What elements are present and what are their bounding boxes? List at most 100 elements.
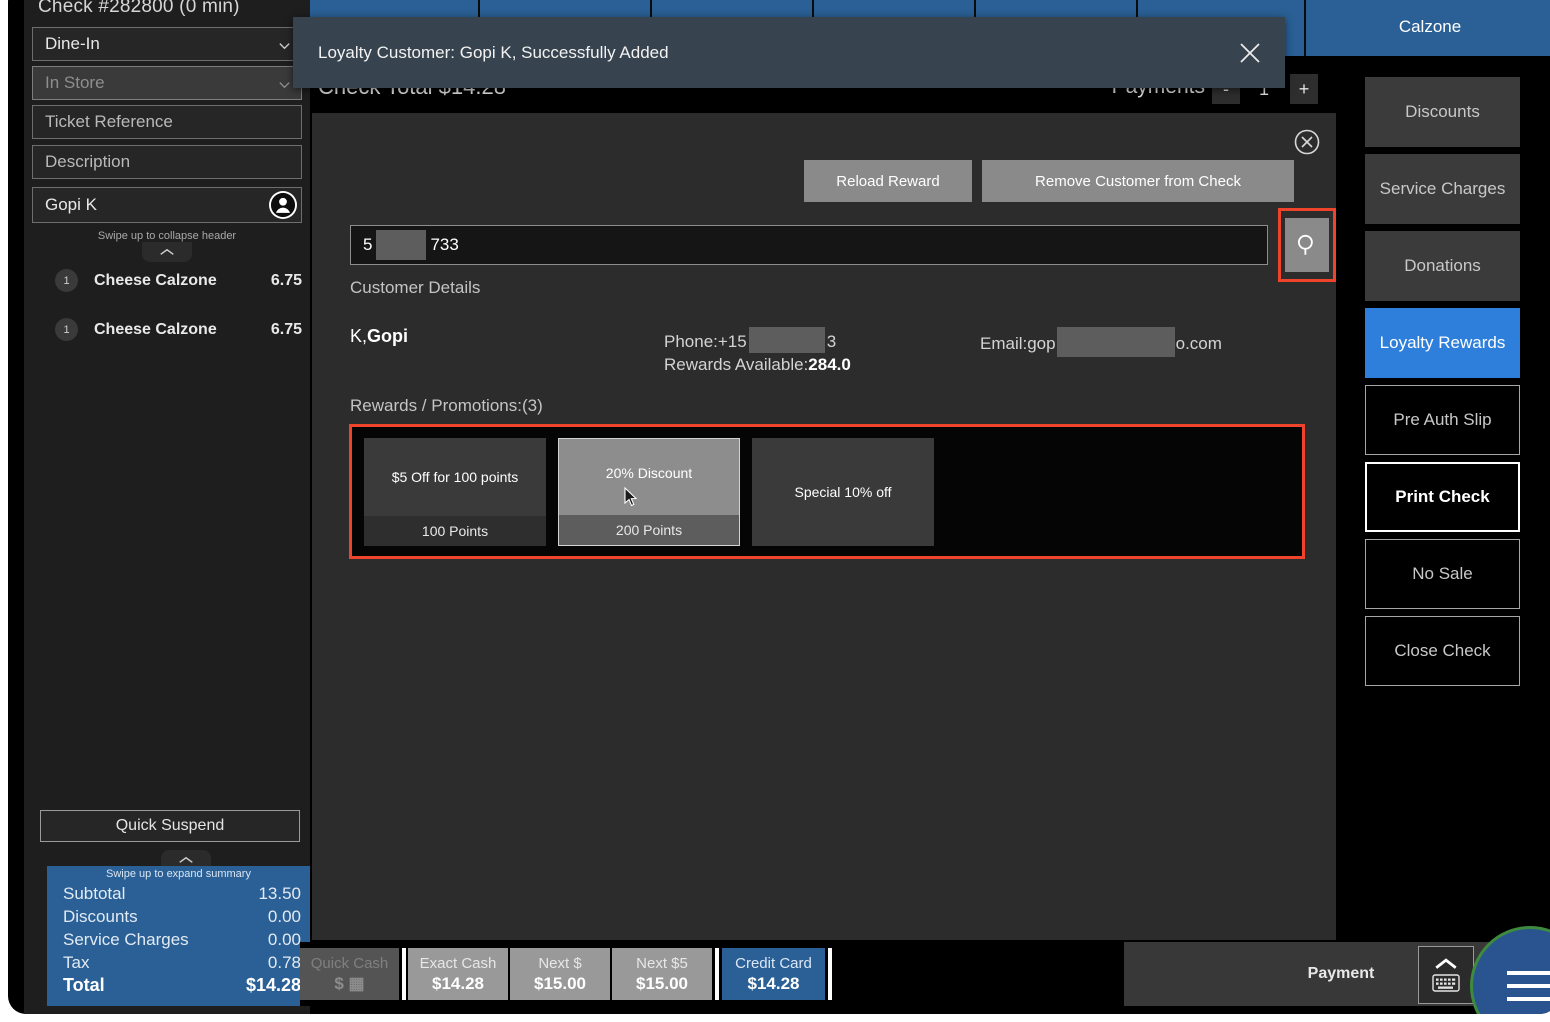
check-summary: Swipe up to expand summary Subtotal 13.5…	[47, 866, 310, 1006]
item-quantity-badge: 1	[55, 269, 78, 292]
summary-row: Discounts 0.00	[63, 905, 301, 928]
next-five-button[interactable]: Next $5 $15.00	[612, 948, 712, 1000]
phone-suffix: 3	[827, 332, 836, 351]
summary-label: Discounts	[63, 905, 138, 928]
reward-title: 20% Discount	[559, 439, 739, 515]
keyboard-icon	[1432, 974, 1460, 992]
action-print-check[interactable]: Print Check	[1365, 462, 1520, 532]
order-item-row[interactable]: 1 Cheese Calzone 6.75	[32, 256, 310, 305]
reload-reward-button[interactable]: Reload Reward	[804, 160, 972, 202]
reward-tile[interactable]: $5 Off for 100 points 100 Points	[364, 438, 546, 546]
customer-avatar-icon[interactable]	[269, 191, 297, 219]
redacted-block	[376, 230, 426, 260]
description-input[interactable]: Description	[32, 145, 302, 179]
fulfillment-select: In Store	[32, 66, 302, 100]
pos-application: Pastas Calzone Check Total $14.28 Paymen…	[0, 0, 1550, 1022]
loyalty-rewards-panel: Reload Reward Remove Customer from Check…	[312, 113, 1336, 940]
order-type-value: Dine-In	[45, 34, 100, 54]
order-items-list: 1 Cheese Calzone 6.75 1 Cheese Calzone 6…	[32, 256, 310, 354]
customer-name-prefix: K,	[350, 326, 367, 346]
next-dollar-button[interactable]: Next $ $15.00	[510, 948, 610, 1000]
quick-cash-amount: $ ▦	[334, 973, 364, 994]
action-donations[interactable]: Donations	[1365, 231, 1520, 301]
hamburger-line	[1507, 984, 1550, 988]
expand-summary-note: Swipe up to expand summary	[47, 868, 310, 880]
action-sidebar: Discounts Service Charges Donations Loya…	[1365, 77, 1520, 693]
reward-title: $5 Off for 100 points	[364, 438, 546, 516]
app-frame: Pastas Calzone Check Total $14.28 Paymen…	[8, 0, 1550, 1014]
summary-value: 0.78	[268, 951, 301, 974]
action-loyalty-rewards[interactable]: Loyalty Rewards	[1365, 308, 1520, 378]
action-pre-auth-slip[interactable]: Pre Auth Slip	[1365, 385, 1520, 455]
customer-search-input[interactable]: 5 733	[350, 225, 1268, 265]
mouse-cursor-icon	[624, 487, 638, 507]
quick-cash-button[interactable]: Quick Cash $ ▦	[300, 948, 399, 1000]
redacted-block	[749, 327, 825, 353]
customer-details-label: Customer Details	[350, 278, 480, 298]
remove-customer-button[interactable]: Remove Customer from Check	[982, 160, 1294, 202]
order-sidebar: Check #282800 (0 min) Dine-In In Store T…	[24, 0, 310, 1014]
hamburger-menu-button[interactable]	[1470, 926, 1550, 1014]
next-five-label: Next $5	[636, 954, 688, 973]
rewards-available: Rewards Available:284.0	[664, 355, 851, 375]
exact-cash-button[interactable]: Exact Cash $14.28	[408, 948, 508, 1000]
credit-card-button[interactable]: Credit Card $14.28	[722, 948, 825, 1000]
summary-row: Subtotal 13.50	[63, 882, 301, 905]
keyboard-toggle-button[interactable]	[1418, 946, 1474, 1004]
quick-suspend-button[interactable]: Quick Suspend	[40, 810, 300, 842]
action-no-sale[interactable]: No Sale	[1365, 539, 1520, 609]
total-label: Total	[63, 974, 105, 997]
chevron-down-icon	[278, 77, 291, 90]
toast-notification: Loyalty Customer: Gopi K, Successfully A…	[293, 17, 1285, 88]
action-close-check[interactable]: Close Check	[1365, 616, 1520, 686]
action-service-charges[interactable]: Service Charges	[1365, 154, 1520, 224]
fulfillment-value: In Store	[45, 73, 105, 93]
item-quantity-badge: 1	[55, 318, 78, 341]
customer-email: Email:gopo.com	[980, 327, 1222, 357]
next-dollar-label: Next $	[538, 954, 581, 973]
summary-label: Subtotal	[63, 882, 125, 905]
item-name: Cheese Calzone	[94, 272, 217, 290]
reward-tile-hovered[interactable]: 20% Discount 200 Points	[558, 438, 740, 546]
rewards-available-label: Rewards Available:	[664, 355, 808, 374]
credit-card-amount: $14.28	[748, 973, 800, 994]
payments-increment-button[interactable]: +	[1290, 74, 1318, 104]
email-suffix: o.com	[1176, 334, 1222, 353]
item-name: Cheese Calzone	[94, 321, 217, 339]
summary-label: Tax	[63, 951, 89, 974]
quick-cash-label: Quick Cash	[311, 954, 389, 973]
panel-close-icon[interactable]	[1294, 129, 1320, 155]
total-value: $14.28	[246, 974, 301, 997]
chevron-down-icon	[278, 38, 291, 51]
summary-value: 0.00	[268, 928, 301, 951]
collapse-header-note: Swipe up to collapse header	[24, 230, 310, 242]
summary-value: 13.50	[258, 882, 301, 905]
customer-field-value: Gopi K	[45, 195, 97, 215]
rewards-available-value: 284.0	[808, 355, 851, 374]
order-type-select[interactable]: Dine-In	[32, 27, 302, 61]
hamburger-line	[1507, 997, 1550, 1001]
customer-search-button[interactable]	[1285, 218, 1329, 272]
check-number-title: Check #282800 (0 min)	[38, 0, 240, 18]
summary-row: Tax 0.78	[63, 951, 301, 974]
next-five-amount: $15.00	[636, 973, 688, 994]
summary-label: Service Charges	[63, 928, 189, 951]
toast-close-icon[interactable]	[1237, 40, 1263, 66]
customer-name-first: Gopi	[367, 326, 408, 346]
pay-divider	[715, 948, 719, 1000]
search-icon	[1294, 232, 1320, 258]
customer-phone: Phone:+153	[664, 327, 836, 353]
reward-tile[interactable]: Special 10% off	[752, 438, 934, 546]
rewards-promotions-label: Rewards / Promotions:(3)	[350, 396, 543, 416]
category-tab-calzone[interactable]: Calzone	[1306, 0, 1550, 56]
customer-search-area: 5 733	[350, 225, 1310, 265]
item-price: 6.75	[271, 321, 302, 339]
ticket-reference-input[interactable]: Ticket Reference	[32, 105, 302, 139]
action-discounts[interactable]: Discounts	[1365, 77, 1520, 147]
payment-label: Payment	[1308, 965, 1375, 983]
customer-field[interactable]: Gopi K	[32, 187, 302, 223]
chevron-up-icon	[1433, 958, 1459, 971]
hamburger-line	[1507, 971, 1550, 975]
order-item-row[interactable]: 1 Cheese Calzone 6.75	[32, 305, 310, 354]
search-value-prefix: 5	[363, 235, 372, 255]
